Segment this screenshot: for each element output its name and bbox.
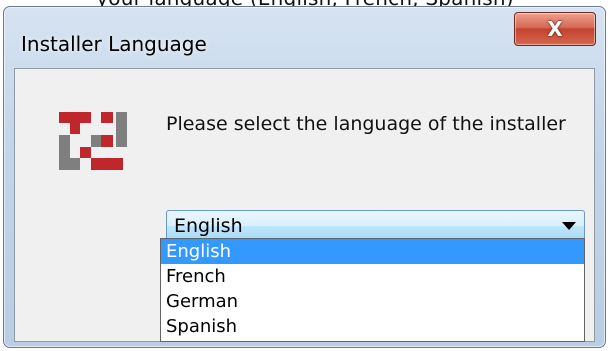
window-title: Installer Language: [21, 32, 207, 56]
language-option-english[interactable]: English: [161, 239, 584, 264]
close-icon: X: [547, 17, 563, 41]
language-option-french[interactable]: French: [161, 264, 584, 289]
close-button[interactable]: X: [514, 12, 596, 46]
chevron-down-icon[interactable]: [554, 211, 584, 241]
language-select-value: English: [174, 215, 243, 237]
language-option-spanish[interactable]: Spanish: [161, 314, 584, 339]
installer-logo-icon: [59, 112, 127, 170]
language-option-german[interactable]: German: [161, 289, 584, 314]
language-prompt: Please select the language of the instal…: [166, 113, 566, 135]
title-bar[interactable]: Installer Language X: [4, 7, 605, 69]
language-dropdown-list: English French German Spanish: [160, 238, 585, 342]
